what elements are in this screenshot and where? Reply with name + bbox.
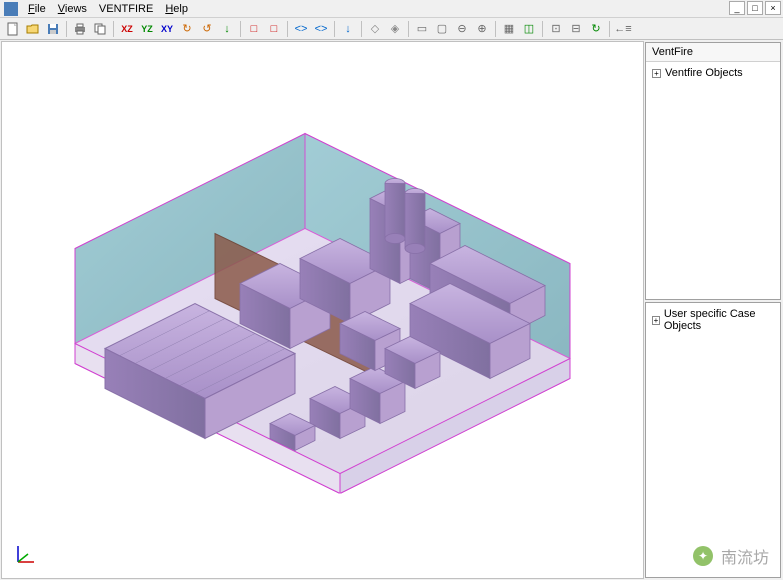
lock-icon[interactable]: ⊟: [567, 20, 585, 38]
menu-help[interactable]: HelpHelp: [159, 2, 194, 16]
tree-case-objects[interactable]: + User specific Case Objects: [650, 307, 776, 333]
wechat-icon: ✦: [693, 546, 713, 566]
code-tool-2-icon[interactable]: <>: [312, 20, 330, 38]
print-icon[interactable]: [71, 20, 89, 38]
diamond-2-icon[interactable]: ◈: [386, 20, 404, 38]
save-icon[interactable]: [44, 20, 62, 38]
app-icon: [4, 2, 18, 16]
zoom-in-icon[interactable]: ⊕: [473, 20, 491, 38]
box-tool-1-icon[interactable]: □: [245, 20, 263, 38]
maximize-button[interactable]: □: [747, 1, 763, 15]
arrow-down-2-icon[interactable]: ↓: [339, 20, 357, 38]
diamond-1-icon[interactable]: ◇: [366, 20, 384, 38]
panel-title: VentFire: [646, 43, 780, 62]
menu-file[interactable]: FFileile: [22, 2, 52, 16]
ventfire-panel: VentFire + Ventfire Objects: [645, 42, 781, 300]
window-controls: _ □ ×: [729, 1, 781, 15]
watermark: ✦ 南流坊: [693, 544, 769, 568]
case-objects-panel: + User specific Case Objects: [645, 302, 781, 578]
close-button[interactable]: ×: [765, 1, 781, 15]
tree-label: Ventfire Objects: [665, 67, 743, 79]
3d-scene: [40, 124, 580, 497]
copy-icon[interactable]: [91, 20, 109, 38]
ruler-icon[interactable]: ◫: [520, 20, 538, 38]
view-xy-button[interactable]: XY: [158, 20, 176, 38]
side-panel: VentFire + Ventfire Objects + User speci…: [645, 40, 783, 580]
arrow-down-icon[interactable]: ↓: [218, 20, 236, 38]
tree-ventfire-objects[interactable]: + Ventfire Objects: [650, 66, 776, 80]
grid-icon[interactable]: ▦: [500, 20, 518, 38]
content-area: VentFire + Ventfire Objects + User speci…: [0, 40, 783, 580]
minimize-button[interactable]: _: [729, 1, 745, 15]
back-icon[interactable]: ←≡: [614, 20, 632, 38]
expander-icon[interactable]: +: [652, 316, 660, 325]
select-1-icon[interactable]: ▭: [413, 20, 431, 38]
zoom-out-icon[interactable]: ⊖: [453, 20, 471, 38]
rotate-ccw-icon[interactable]: ↺: [198, 20, 216, 38]
view-xz-button[interactable]: XZ: [118, 20, 136, 38]
tree-label: User specific Case Objects: [664, 308, 774, 332]
3d-viewport[interactable]: [1, 41, 644, 579]
select-2-icon[interactable]: ▢: [433, 20, 451, 38]
panel-body-2: + User specific Case Objects: [646, 303, 780, 577]
new-icon[interactable]: [4, 20, 22, 38]
menu-views[interactable]: ViewsViews: [52, 2, 93, 16]
toolbar: XZ YZ XY ↻ ↺ ↓ □ □ <> <> ↓ ◇ ◈ ▭ ▢ ⊖ ⊕ ▦…: [0, 18, 783, 40]
code-tool-1-icon[interactable]: <>: [292, 20, 310, 38]
refresh-icon[interactable]: ↻: [587, 20, 605, 38]
menu-ventfire[interactable]: VENTFIRE: [93, 2, 159, 16]
view-yz-button[interactable]: YZ: [138, 20, 156, 38]
box-tool-2-icon[interactable]: □: [265, 20, 283, 38]
expander-icon[interactable]: +: [652, 69, 661, 78]
rotate-cw-icon[interactable]: ↻: [178, 20, 196, 38]
menu-bar: FFileile ViewsViews VENTFIRE HelpHelp _ …: [0, 0, 783, 18]
panel-body-1: + Ventfire Objects: [646, 62, 780, 299]
open-icon[interactable]: [24, 20, 42, 38]
axis-gizmo-icon: [14, 542, 38, 566]
watermark-text: 南流坊: [721, 544, 769, 568]
snap-icon[interactable]: ⊡: [547, 20, 565, 38]
